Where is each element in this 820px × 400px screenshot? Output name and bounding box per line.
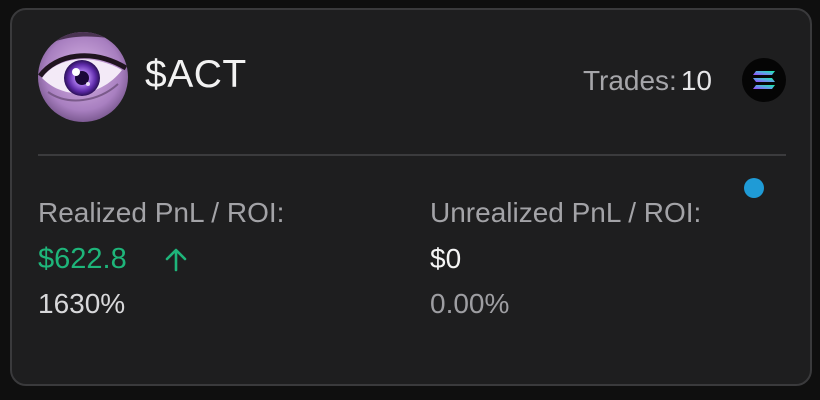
- solana-icon[interactable]: [742, 58, 786, 102]
- trades-count: Trades: 10: [583, 64, 712, 98]
- token-symbol: $ACT: [145, 53, 247, 96]
- realized-roi-value: 1630%: [38, 288, 126, 319]
- unrealized-pnl-label: Unrealized PnL / ROI:: [430, 197, 702, 228]
- trades-label: Trades:: [582, 65, 677, 96]
- solana-logo-icon: [753, 71, 775, 89]
- token-avatar[interactable]: [38, 32, 128, 122]
- header-divider: [38, 154, 786, 156]
- realized-pnl-label: Realized PnL / ROI:: [38, 197, 285, 228]
- anime-eye-icon: [38, 32, 128, 122]
- status-indicator-dot: [744, 178, 764, 198]
- trades-value: 10: [680, 65, 712, 96]
- unrealized-pnl-value: $0: [430, 243, 462, 274]
- token-pnl-card: $ACT Trades: 10 Realized PnL / ROI: Unrea…: [10, 8, 812, 386]
- unrealized-roi-value: 0.00%: [430, 288, 510, 319]
- realized-pnl-value: $622.8: [38, 243, 127, 275]
- arrow-up-icon: [165, 248, 187, 272]
